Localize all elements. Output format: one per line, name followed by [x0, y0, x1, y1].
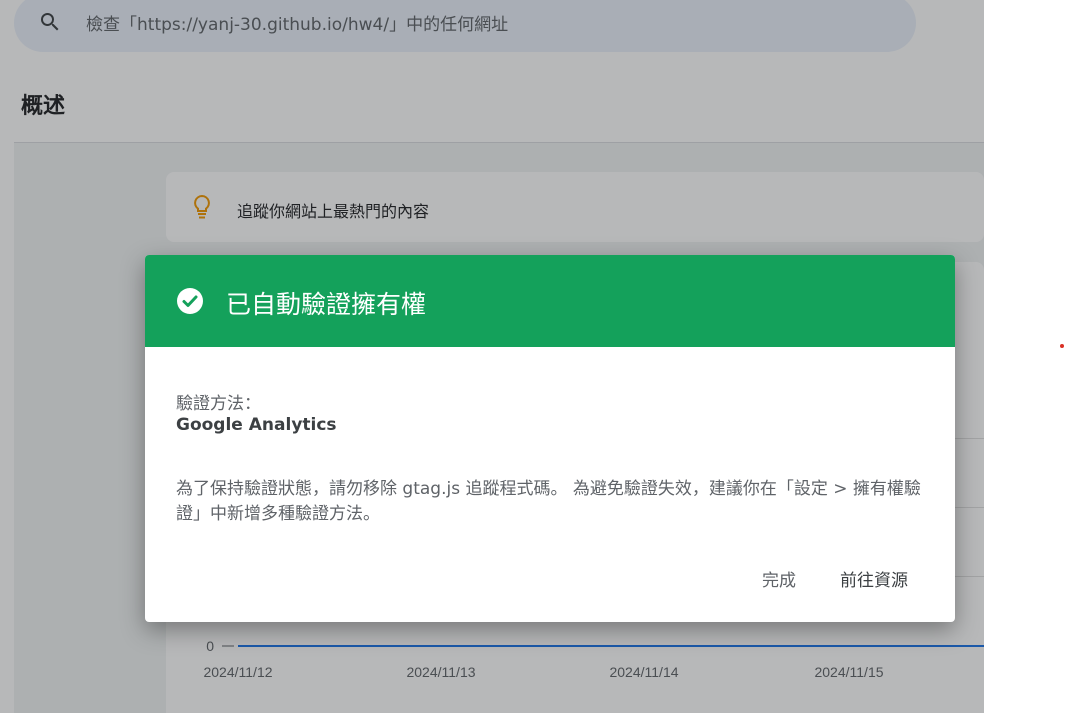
verification-method-label: 驗證方法： [176, 394, 261, 414]
done-button[interactable]: 完成 [752, 559, 806, 597]
dialog-header: 已自動驗證擁有權 [145, 255, 955, 347]
red-dot-marker [1060, 344, 1064, 348]
search-console-page: 檢查「https://yanj-30.github.io/hw4/」中的任何網址… [0, 0, 984, 713]
dialog-description: 為了保持驗證狀態，請勿移除 gtag.js 追蹤程式碼。 為避免驗證失效，建議你… [176, 479, 921, 524]
verification-method-value: Google Analytics [176, 415, 337, 435]
check-circle-icon [177, 288, 203, 314]
dialog-title: 已自動驗證擁有權 [226, 290, 427, 319]
go-to-property-button[interactable]: 前往資源 [830, 559, 918, 597]
right-blank-area [984, 0, 1066, 713]
ownership-verified-dialog: 已自動驗證擁有權 驗證方法： Google Analytics 為了保持驗證狀態… [145, 255, 955, 622]
